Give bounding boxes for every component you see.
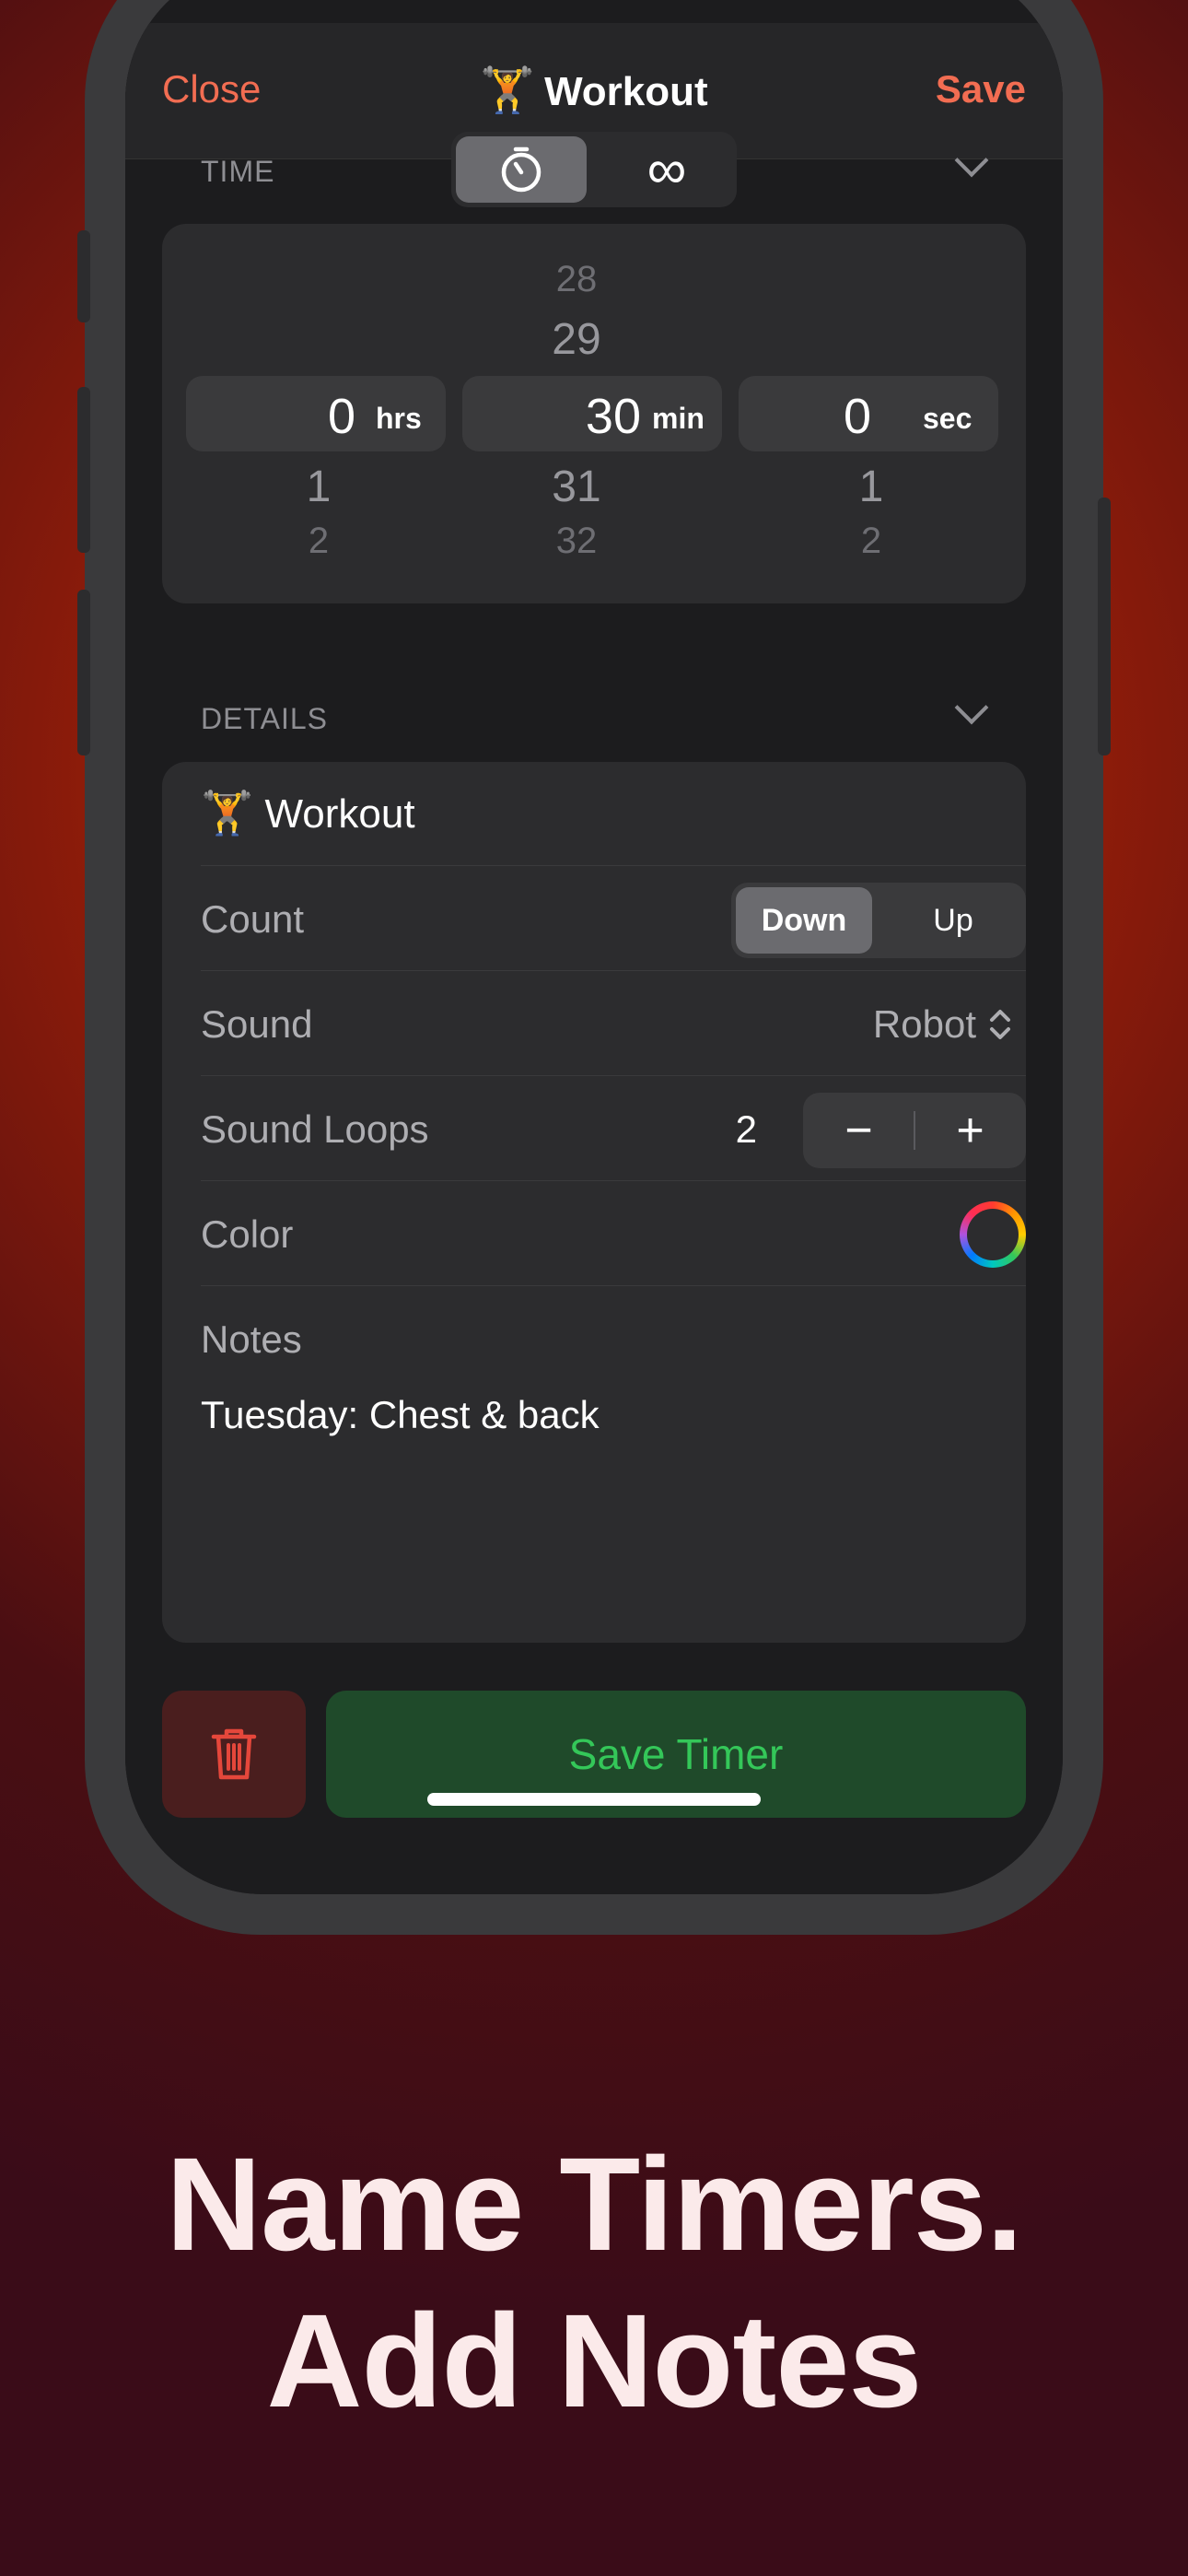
side-button [1098,498,1111,755]
sound-loops-stepper: − + [803,1093,1026,1168]
sound-loops-label: Sound Loops [201,1107,429,1151]
sound-label: Sound [201,1002,313,1046]
stopwatch-mode-option[interactable] [456,136,587,203]
color-row[interactable]: Color [201,1180,1026,1285]
seconds-option[interactable]: 1 [834,462,908,512]
count-label: Count [201,897,305,941]
seconds-unit: sec [923,402,973,435]
infinite-mode-option[interactable]: ∞ [601,136,732,203]
details-card: 🏋️ Workout Count Down Up Sound Robot Sou… [162,762,1026,1643]
weightlifter-emoji: 🏋️ [201,789,254,837]
duration-picker[interactable]: 28 29 30 min 31 32 0 hrs 1 2 0 sec 1 2 [162,224,1026,603]
stopwatch-icon [501,146,542,193]
side-button [77,230,90,322]
timer-name-field[interactable]: 🏋️ Workout [201,788,415,843]
details-section-label: DETAILS [201,702,328,735]
sound-value[interactable]: Robot [873,1002,976,1047]
notes-text[interactable]: Tuesday: Chest & back [201,1393,600,1437]
hours-option[interactable]: 1 [282,462,355,512]
color-picker-icon[interactable] [960,1201,1026,1268]
count-direction-control: Down Up [731,883,1026,958]
increment-button[interactable]: + [914,1093,1026,1168]
minutes-option[interactable]: 28 [512,259,641,300]
sound-loops-value: 2 [735,1107,757,1151]
page-title: 🏋️ Workout [125,64,1063,116]
count-row: Count Down Up [201,865,1026,970]
sound-row[interactable]: Sound Robot [201,970,1026,1075]
count-up-option[interactable]: Up [885,887,1021,954]
timer-name-value: Workout [264,791,415,837]
minutes-option[interactable]: 32 [512,521,641,562]
infinity-icon: ∞ [646,138,687,200]
headline-line-1: Name Timers. [166,2130,1023,2278]
side-button [77,590,90,755]
decrement-button[interactable]: − [803,1093,914,1168]
up-down-chevron-icon [990,1010,1010,1039]
hours-unit: hrs [376,402,422,435]
sound-loops-row: Sound Loops 2 − + [201,1075,1026,1180]
seconds-option[interactable]: 2 [834,521,908,562]
trash-icon [211,1728,257,1780]
seconds-value[interactable]: 0 [558,388,871,445]
weightlifter-emoji: 🏋️ [480,66,536,115]
color-label: Color [201,1212,294,1256]
headline-line-2: Add Notes [266,2287,923,2435]
minutes-option[interactable]: 31 [512,462,641,512]
time-section-label: TIME [201,155,275,188]
side-button [77,387,90,553]
notes-row[interactable]: Notes Tuesday: Chest & back [201,1285,1026,1635]
timer-mode-segmented-control: ∞ [451,132,737,207]
phone-screen: Close 🏋️ Workout Save TIME ∞ 28 29 30 mi… [125,0,1063,1894]
hours-option[interactable]: 2 [282,521,355,562]
chevron-down-icon[interactable] [954,690,989,725]
count-down-option[interactable]: Down [736,887,872,954]
hours-value[interactable]: 0 [282,388,355,445]
home-indicator [427,1793,761,1806]
notes-label: Notes [201,1317,302,1361]
save-button[interactable]: Save [936,67,1026,111]
title-text: Workout [544,69,708,114]
timer-edit-sheet: Close 🏋️ Workout Save TIME ∞ 28 29 30 mi… [125,23,1063,1894]
minutes-option[interactable]: 29 [512,314,641,365]
delete-button[interactable] [162,1691,306,1818]
